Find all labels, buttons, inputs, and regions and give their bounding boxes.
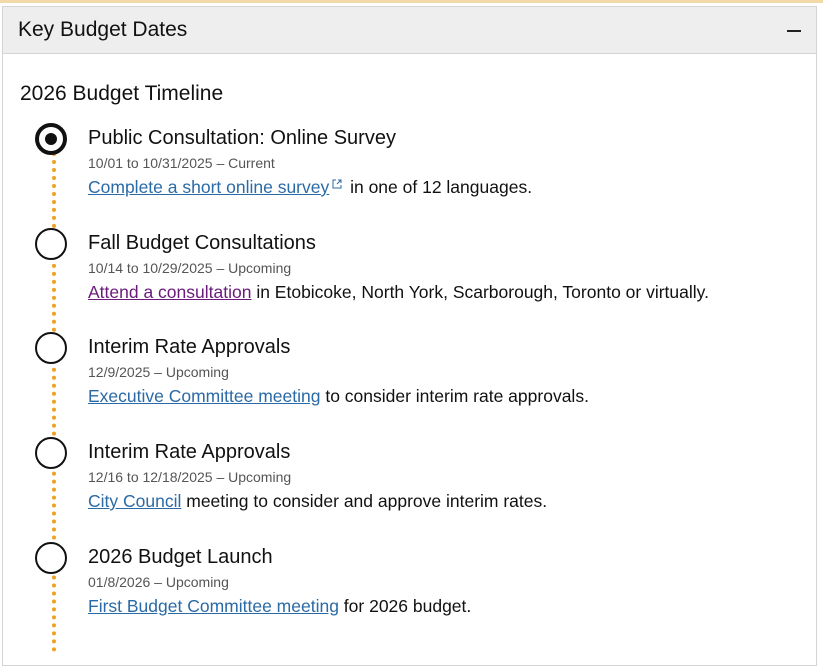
timeline-item-date: 10/14 to 10/29/2025 – Upcoming [88, 260, 292, 276]
timeline-item-description: Complete a short online survey in one of… [88, 177, 532, 198]
timeline-marker [35, 437, 67, 469]
timeline-item-title: 2026 Budget Launch [88, 546, 273, 568]
timeline-item: 2026 Budget Launch 01/8/2026 – Upcoming … [0, 542, 815, 646]
attend-consultation-link[interactable]: Attend a consultation [88, 282, 251, 302]
city-council-link[interactable]: City Council [88, 491, 181, 511]
timeline-item-description: City Council meeting to consider and app… [88, 491, 547, 512]
panel-title: Key Budget Dates [18, 18, 188, 41]
timeline-item-title: Fall Budget Consultations [88, 232, 316, 254]
timeline-item-date: 01/8/2026 – Upcoming [88, 574, 229, 590]
timeline-marker [35, 542, 67, 574]
executive-committee-link[interactable]: Executive Committee meeting [88, 386, 320, 406]
timeline-item-title: Interim Rate Approvals [88, 441, 291, 463]
timeline-item: Interim Rate Approvals 12/9/2025 – Upcom… [0, 332, 815, 436]
budget-committee-link[interactable]: First Budget Committee meeting [88, 596, 339, 616]
panel-header[interactable]: Key Budget Dates [3, 7, 816, 54]
description-text: in Etobicoke, North York, Scarborough, T… [251, 282, 709, 302]
timeline-item-date: 12/16 to 12/18/2025 – Upcoming [88, 469, 292, 485]
timeline-item: Public Consultation: Online Survey 10/01… [0, 123, 815, 227]
description-text: for 2026 budget. [338, 596, 472, 616]
timeline-marker [35, 228, 67, 260]
external-link-icon [332, 179, 342, 189]
online-survey-link[interactable]: Complete a short online survey [88, 177, 329, 197]
description-text: in one of 12 languages. [345, 177, 533, 197]
timeline-item: Interim Rate Approvals 12/16 to 12/18/20… [0, 437, 815, 541]
timeline-item-title: Interim Rate Approvals [88, 336, 291, 358]
timeline-item-title: Public Consultation: Online Survey [88, 127, 396, 149]
timeline-item-date: 10/01 to 10/31/2025 – Current [88, 155, 275, 171]
timeline-marker [35, 332, 67, 364]
top-accent-line [0, 0, 823, 3]
timeline-item: Fall Budget Consultations 10/14 to 10/29… [0, 228, 815, 332]
description-text: meeting to consider and approve interim … [181, 491, 548, 511]
timeline-item-description: First Budget Committee meeting for 2026 … [88, 596, 471, 617]
timeline-marker-current [35, 123, 67, 155]
timeline-item-description: Attend a consultation in Etobicoke, Nort… [88, 282, 709, 303]
timeline-item-date: 12/9/2025 – Upcoming [88, 364, 229, 380]
description-text: to consider interim rate approvals. [320, 386, 589, 406]
timeline-item-description: Executive Committee meeting to consider … [88, 386, 589, 407]
minus-icon[interactable] [784, 17, 804, 43]
timeline-title: 2026 Budget Timeline [20, 82, 224, 105]
